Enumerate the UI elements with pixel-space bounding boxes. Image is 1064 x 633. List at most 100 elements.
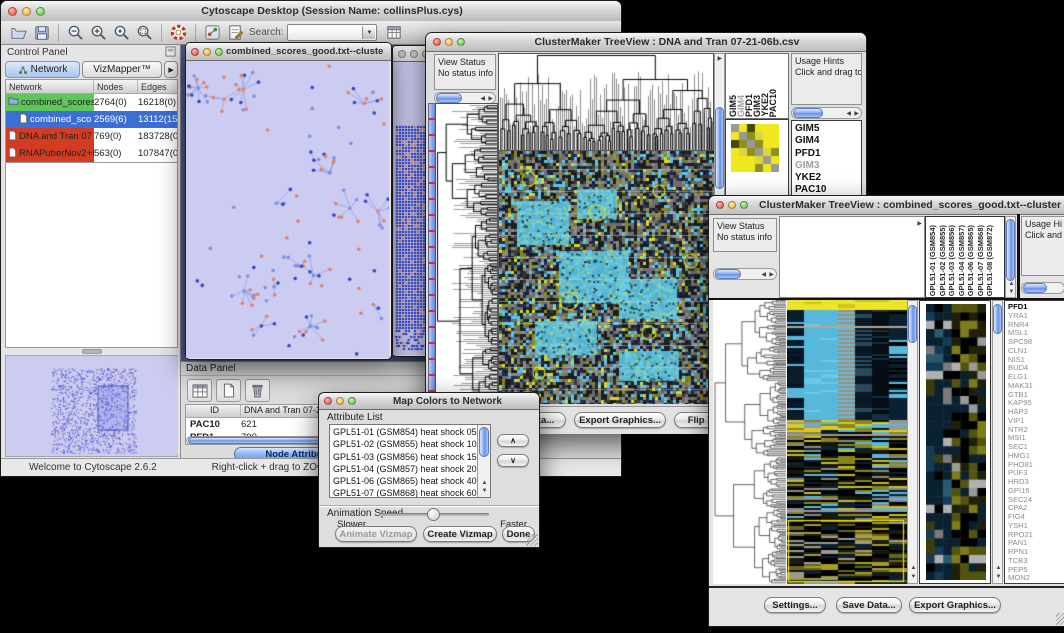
gene-label[interactable]: YKE2 [795, 172, 861, 184]
minimize-button[interactable] [336, 397, 344, 405]
tv2-zoom-vscrollbar[interactable]: ▲ ▼ [992, 300, 1003, 584]
tv2-heatmap-vscrollbar[interactable]: ▲ ▼ [907, 300, 918, 584]
export-graphics-button[interactable]: Export Graphics... [909, 597, 1001, 613]
close-button[interactable] [324, 397, 332, 405]
network-list-item[interactable]: DNA and Tran 07 769(0) 183728(0) [6, 128, 177, 145]
attribute-browser-icon[interactable] [383, 23, 406, 43]
save-session-button[interactable] [30, 23, 53, 43]
scrollbar-thumb[interactable] [715, 107, 724, 189]
scroll-left-icon[interactable]: ◀ [761, 272, 766, 278]
annotation-icon[interactable] [224, 23, 247, 43]
float-panel-icon[interactable] [165, 46, 176, 60]
help-icon[interactable] [167, 23, 190, 43]
close-button[interactable] [433, 38, 441, 46]
main-titlebar[interactable]: Cytoscape Desktop (Session Name: collins… [1, 1, 621, 22]
new-attribute-icon[interactable] [216, 379, 241, 402]
tv2-status-hscrollbar[interactable]: ◀ ▶ [713, 268, 777, 280]
network-list-item[interactable]: combined_sco 2569(6) 13112(15) [6, 111, 177, 128]
tab-network[interactable]: Network [5, 61, 80, 78]
maximize-button[interactable] [348, 397, 356, 405]
attribute-item[interactable]: GPL51-04 (GSM857) heat shock 20 min [333, 463, 488, 475]
scroll-right-icon[interactable]: ▶ [769, 272, 774, 278]
column-label[interactable]: GPL51-08 (GSM872) [986, 225, 996, 296]
tv2-zoom-heatmap[interactable] [926, 304, 986, 580]
zoom-selected-icon[interactable] [110, 23, 133, 43]
resize-grip[interactable] [526, 534, 538, 546]
minimize-button[interactable] [728, 201, 736, 209]
treeview2-titlebar[interactable]: ClusterMaker TreeView : combined_scores_… [709, 196, 1064, 215]
maximize-button[interactable] [215, 48, 223, 56]
scrollbar-thumb[interactable] [908, 305, 917, 343]
tv2-usage-hscrollbar[interactable] [1021, 282, 1064, 294]
network-view-titlebar[interactable]: combined_scores_good.txt--cluste... [186, 43, 391, 61]
close-button[interactable] [8, 7, 17, 16]
scroll-down-icon[interactable]: ▼ [996, 574, 1002, 580]
tv2-labels-vscrollbar[interactable]: ▲ ▼ [1005, 216, 1016, 298]
scroll-up-icon[interactable]: ▲ [911, 565, 917, 571]
scroll-up-icon[interactable]: ▲ [996, 565, 1002, 571]
minimize-button[interactable] [445, 38, 453, 46]
scroll-up-icon[interactable]: ▲ [482, 480, 488, 486]
minimize-button[interactable] [203, 48, 211, 56]
gene-label[interactable]: GIM5 [795, 123, 861, 135]
close-button[interactable] [398, 50, 406, 58]
minimize-button[interactable] [22, 7, 31, 16]
tab-overflow-arrow[interactable]: ▶ [164, 61, 178, 78]
scrollbar-thumb[interactable] [993, 304, 1002, 334]
settings-button[interactable]: Settings... [764, 597, 826, 613]
attribute-item[interactable]: GPL51-03 (GSM856) heat shock 15 min [333, 451, 488, 463]
export-graphics-button[interactable]: Export Graphics... [574, 412, 666, 428]
birdseye-view[interactable] [5, 355, 178, 457]
gene-label[interactable]: GIM3 [795, 160, 861, 172]
slider-thumb[interactable] [427, 508, 440, 521]
tv2-column-dendrogram-area[interactable]: ▶ [779, 216, 925, 298]
search-input[interactable]: ▼ [287, 24, 377, 41]
maximize-button[interactable] [457, 38, 465, 46]
tv2-row-dendrogram[interactable] [713, 300, 787, 584]
animate-vizmap-button[interactable]: Animate Vizmap [335, 526, 417, 542]
scroll-down-icon[interactable]: ▼ [1009, 289, 1015, 295]
tv1-column-dendrogram[interactable] [498, 53, 714, 151]
tv1-row-dendrogram[interactable] [435, 103, 498, 406]
scroll-down-icon[interactable]: ▼ [482, 488, 488, 494]
open-session-button[interactable] [7, 23, 30, 43]
scrollbar-thumb[interactable] [1006, 219, 1015, 281]
gene-label[interactable]: GIM4 [795, 135, 861, 147]
attribute-item[interactable]: GPL51-01 (GSM854) heat shock 05 min [333, 426, 488, 438]
network-list-item[interactable]: combined_scores 2764(0) 16218(0) [6, 94, 177, 111]
attribute-list-vscrollbar[interactable]: ▲ ▼ [477, 425, 490, 497]
scrollbar-thumb[interactable] [1023, 283, 1047, 293]
panel-divider[interactable] [1017, 214, 1020, 300]
animation-speed-slider[interactable] [379, 513, 489, 516]
move-down-button[interactable]: ∨ [497, 454, 529, 467]
tv1-heatmap[interactable] [498, 151, 714, 404]
network-list-item[interactable]: RNAPuberNov2+I 563(0) 107847(0) [6, 145, 177, 162]
scrollbar-thumb[interactable] [436, 93, 462, 103]
attribute-item[interactable]: GPL51-02 (GSM855) heat shock 10 min [333, 438, 488, 450]
panel-divider-handle[interactable] [3, 348, 180, 355]
scroll-down-icon[interactable]: ▼ [911, 574, 917, 580]
scrollbar-thumb[interactable] [715, 269, 741, 279]
minimize-button[interactable] [410, 50, 418, 58]
tv2-heatmap[interactable] [787, 300, 907, 584]
zoom-in-icon[interactable] [87, 23, 110, 43]
create-vizmap-button[interactable]: Create Vizmap [423, 526, 497, 542]
delete-attribute-icon[interactable] [245, 379, 270, 402]
tv1-zoom-matrix[interactable] [731, 124, 779, 172]
attribute-item[interactable]: GPL51-06 (GSM865) heat shock 40 min [333, 475, 488, 487]
close-button[interactable] [191, 48, 199, 56]
maximize-button[interactable] [36, 7, 45, 16]
column-label[interactable]: PAC10 [769, 89, 777, 117]
maximize-button[interactable] [740, 201, 748, 209]
zoom-out-icon[interactable] [64, 23, 87, 43]
gene-label[interactable]: PFD1 [795, 148, 861, 160]
scroll-up-icon[interactable]: ▲ [1009, 281, 1015, 287]
tab-vizmapper[interactable]: VizMapper™ [82, 61, 162, 78]
tv1-usage-hscrollbar[interactable]: ◀ ▶ [791, 107, 862, 119]
zoom-fit-icon[interactable] [133, 23, 156, 43]
select-attributes-icon[interactable] [187, 379, 212, 402]
treeview1-titlebar[interactable]: ClusterMaker TreeView : DNA and Tran 07-… [426, 33, 866, 52]
network-view-canvas[interactable] [186, 61, 389, 358]
move-up-button[interactable]: ∧ [497, 434, 529, 447]
scroll-right-icon[interactable]: ▶ [854, 111, 859, 117]
